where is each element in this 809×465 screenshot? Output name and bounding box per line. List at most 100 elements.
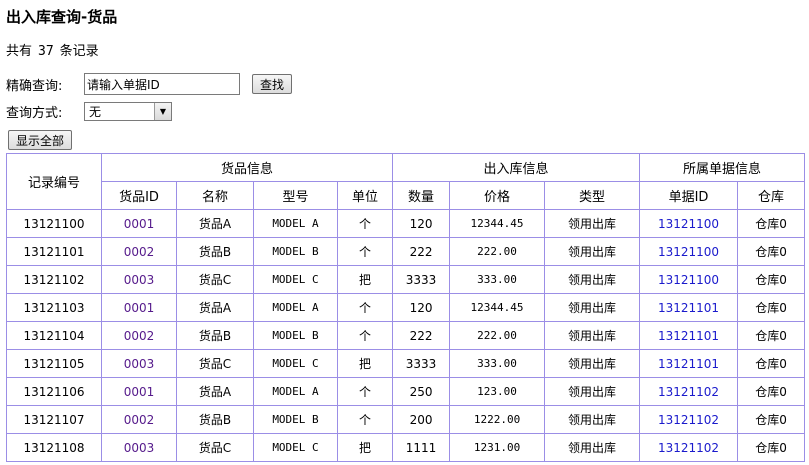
find-button[interactable]: 查找: [252, 74, 293, 94]
page-title: 出入库查询-货品: [6, 8, 118, 26]
cell-qty: 120: [392, 293, 451, 322]
doc-id-link[interactable]: 13121101: [658, 329, 719, 343]
search-input[interactable]: [84, 73, 240, 95]
col-qty: 数量: [392, 181, 451, 210]
cell-warehouse: 仓库0: [737, 265, 806, 294]
cell-qty: 200: [392, 405, 451, 434]
cell-type: 领用出库: [544, 265, 641, 294]
doc-id-link[interactable]: 13121102: [658, 385, 719, 399]
table-row: 13121105 0003 货品C MODEL C 把 3333 333.00 …: [6, 349, 806, 378]
doc-id-link[interactable]: 13121101: [658, 301, 719, 315]
cell-warehouse: 仓库0: [737, 405, 806, 434]
doc-id-link[interactable]: 13121102: [658, 441, 719, 455]
group-io-info: 出入库信息: [392, 153, 641, 182]
goods-id-link[interactable]: 0002: [124, 329, 155, 343]
cell-record: 13121100: [6, 209, 102, 238]
show-all-button[interactable]: 显示全部: [8, 130, 73, 150]
cell-type: 领用出库: [544, 433, 641, 462]
cell-model: MODEL C: [253, 433, 338, 462]
cell-qty: 250: [392, 377, 451, 406]
goods-id-link[interactable]: 0003: [124, 357, 155, 371]
cell-warehouse: 仓库0: [737, 377, 806, 406]
cell-record: 13121101: [6, 237, 102, 266]
goods-id-link[interactable]: 0001: [124, 385, 155, 399]
cell-price: 333.00: [449, 349, 546, 378]
cell-record: 13121107: [6, 405, 102, 434]
cell-price: 12344.45: [449, 293, 546, 322]
cell-price: 222.00: [449, 321, 546, 350]
cell-price: 222.00: [449, 237, 546, 266]
cell-qty: 222: [392, 321, 451, 350]
chevron-down-icon[interactable]: ▼: [154, 102, 171, 120]
cell-price: 333.00: [449, 265, 546, 294]
cell-model: MODEL B: [253, 237, 338, 266]
col-warehouse: 仓库: [737, 181, 806, 210]
cell-warehouse: 仓库0: [737, 433, 806, 462]
table-row: 13121106 0001 货品A MODEL A 个 250 123.00 领…: [6, 377, 806, 406]
cell-type: 领用出库: [544, 349, 641, 378]
doc-id-link[interactable]: 13121101: [658, 357, 719, 371]
cell-unit: 个: [336, 321, 394, 350]
record-count-number: 37: [38, 44, 54, 59]
goods-id-link[interactable]: 0002: [124, 245, 155, 259]
cell-unit: 把: [336, 433, 394, 462]
goods-id-link[interactable]: 0003: [124, 441, 155, 455]
cell-model: MODEL A: [253, 209, 338, 238]
record-count: 共有 37 条记录: [6, 40, 99, 59]
table-row: 13121101 0002 货品B MODEL B 个 222 222.00 领…: [6, 237, 806, 266]
table-row: 13121102 0003 货品C MODEL C 把 3333 333.00 …: [6, 265, 806, 294]
cell-warehouse: 仓库0: [737, 321, 806, 350]
col-record-no: 记录编号: [6, 153, 102, 210]
goods-id-link[interactable]: 0001: [124, 217, 155, 231]
cell-name: 货品A: [176, 293, 254, 322]
doc-id-link[interactable]: 13121102: [658, 413, 719, 427]
cell-type: 领用出库: [544, 237, 641, 266]
cell-qty: 3333: [392, 265, 451, 294]
page: 出入库查询-货品 共有 37 条记录 精确查询: 查找 查询方式: 无 ▼ 显示全部: [0, 0, 809, 465]
col-type: 类型: [544, 181, 641, 210]
cell-model: MODEL B: [253, 321, 338, 350]
doc-id-link[interactable]: 13121100: [658, 217, 719, 231]
cell-unit: 个: [336, 405, 394, 434]
cell-type: 领用出库: [544, 209, 641, 238]
cell-qty: 120: [392, 209, 451, 238]
cell-model: MODEL C: [253, 349, 338, 378]
cell-model: MODEL B: [253, 405, 338, 434]
cell-name: 货品A: [176, 209, 254, 238]
cell-warehouse: 仓库0: [737, 209, 806, 238]
cell-unit: 个: [336, 293, 394, 322]
cell-price: 123.00: [449, 377, 546, 406]
cell-unit: 个: [336, 237, 394, 266]
query-mode-select[interactable]: 无 ▼: [84, 101, 172, 121]
cell-record: 13121105: [6, 349, 102, 378]
doc-id-link[interactable]: 13121100: [658, 273, 719, 287]
cell-name: 货品C: [176, 433, 254, 462]
cell-type: 领用出库: [544, 321, 641, 350]
cell-name: 货品B: [176, 237, 254, 266]
doc-id-link[interactable]: 13121100: [658, 245, 719, 259]
records-table: 记录编号 货品信息 出入库信息 所属单据信息 货品ID 名称 型号 单位 数量 …: [6, 153, 806, 462]
cell-price: 12344.45: [449, 209, 546, 238]
cell-qty: 1111: [392, 433, 451, 462]
table-row: 13121108 0003 货品C MODEL C 把 1111 1231.00…: [6, 433, 806, 462]
cell-unit: 个: [336, 377, 394, 406]
cell-unit: 把: [336, 265, 394, 294]
cell-record: 13121104: [6, 321, 102, 350]
record-count-prefix: 共有: [6, 44, 33, 59]
cell-warehouse: 仓库0: [737, 237, 806, 266]
goods-id-link[interactable]: 0001: [124, 301, 155, 315]
cell-record: 13121103: [6, 293, 102, 322]
table-row: 13121107 0002 货品B MODEL B 个 200 1222.00 …: [6, 405, 806, 434]
goods-id-link[interactable]: 0002: [124, 413, 155, 427]
query-mode-label: 查询方式:: [6, 105, 63, 121]
search-row: 精确查询: 查找: [6, 72, 293, 96]
table-row: 13121104 0002 货品B MODEL B 个 222 222.00 领…: [6, 321, 806, 350]
cell-model: MODEL A: [253, 293, 338, 322]
cell-price: 1231.00: [449, 433, 546, 462]
cell-price: 1222.00: [449, 405, 546, 434]
cell-qty: 222: [392, 237, 451, 266]
cell-record: 13121106: [6, 377, 102, 406]
table-group-header-row: 记录编号 货品信息 出入库信息 所属单据信息: [6, 153, 806, 210]
cell-type: 领用出库: [544, 377, 641, 406]
goods-id-link[interactable]: 0003: [124, 273, 155, 287]
